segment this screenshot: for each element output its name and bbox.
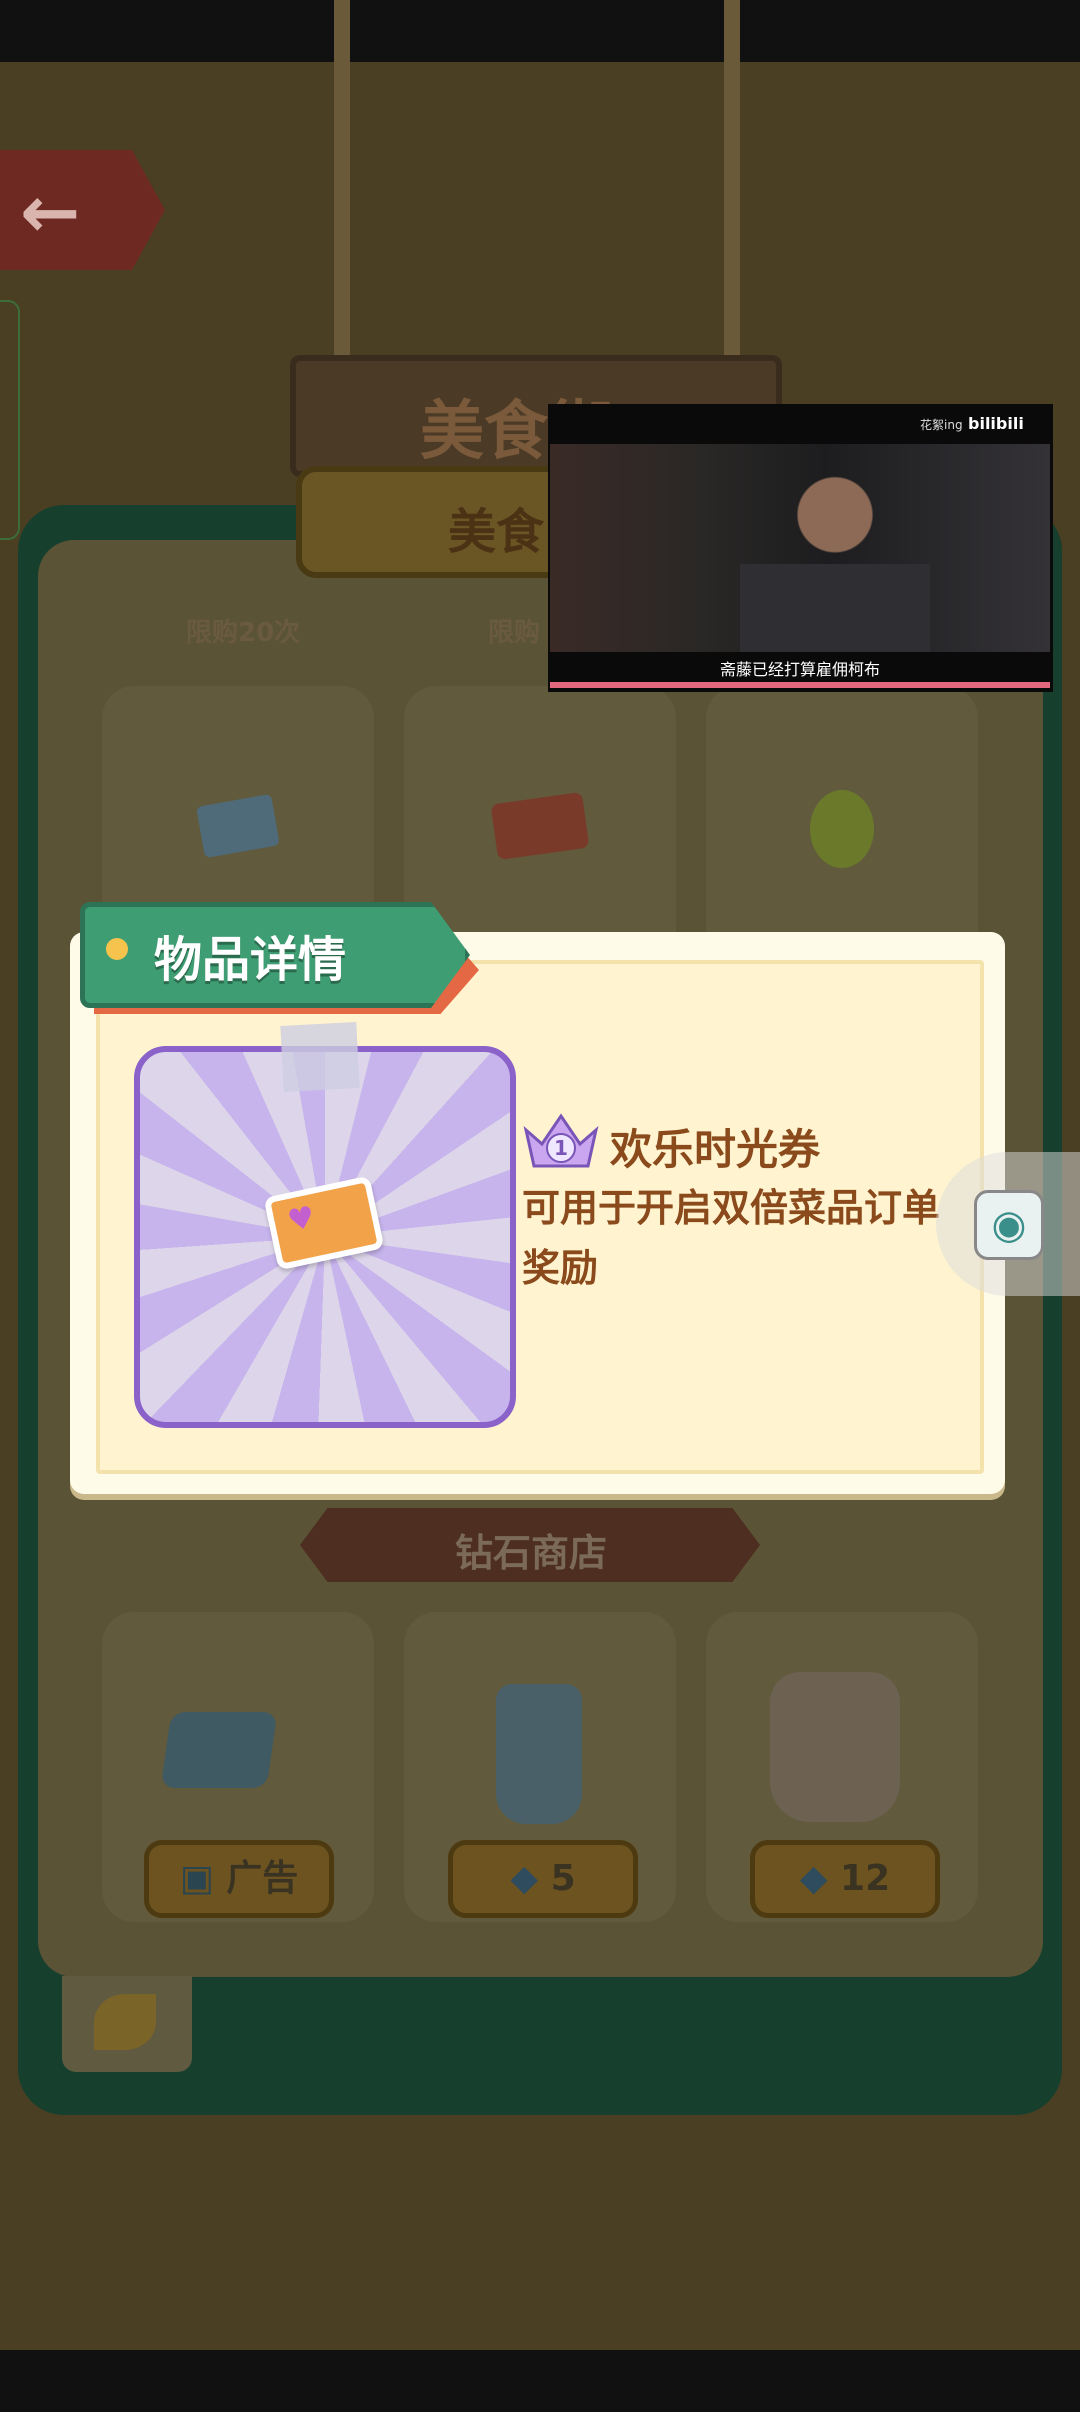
watch-ad-button[interactable]: ▣ 广告 <box>144 1840 334 1918</box>
diamond-icon: ◆ <box>510 1858 551 1899</box>
sign-rope <box>724 0 740 360</box>
price-label: 5 <box>550 1858 576 1899</box>
item-description: 可用于开启双倍菜品订单奖励 <box>522 1186 941 1290</box>
purchase-limit-label: 限购20次 <box>186 618 301 648</box>
glass-icon <box>496 1684 582 1824</box>
fingerprint-icon: ◉ <box>974 1190 1044 1260</box>
leaf-icon <box>94 1994 156 2050</box>
sign-rope <box>334 0 350 360</box>
back-arrow-icon: ← <box>20 170 81 254</box>
price-label: 广告 <box>226 1858 299 1899</box>
video-person <box>740 456 930 652</box>
ice-cube-icon <box>160 1712 278 1788</box>
item-level: 1 <box>554 1136 568 1160</box>
side-panel-edge <box>0 300 20 540</box>
tab-food-label: 美食 <box>448 504 545 560</box>
tab-leaf[interactable] <box>62 1976 192 2072</box>
video-subtitle: 斋藤已经打算雇佣柯布 <box>719 660 880 679</box>
dialog-title: 物品详情 <box>154 932 347 988</box>
buy-button[interactable]: ◆ 12 <box>750 1840 940 1918</box>
milk-jug-icon <box>770 1672 900 1822</box>
navigation-bar <box>0 2350 1080 2412</box>
avocado-icon <box>810 790 874 868</box>
purchase-limit-label: 限购 <box>488 618 541 648</box>
item-name: 欢乐时光券 <box>610 1125 821 1174</box>
title-dot-icon <box>106 938 128 960</box>
price-label: 12 <box>840 1858 891 1899</box>
video-progress-bar[interactable] <box>550 682 1050 688</box>
diamond-icon: ◆ <box>799 1858 841 1899</box>
bilibili-logo: bilibili <box>968 414 1024 433</box>
tape-decoration <box>280 1022 360 1092</box>
video-source-label: 花絮ing <box>920 418 963 432</box>
diamond-shop-title: 钻石商店 <box>455 1531 608 1575</box>
crown-level-icon: 1 <box>523 1113 599 1168</box>
buy-button[interactable]: ◆ 5 <box>448 1840 638 1918</box>
tv-icon: ▣ <box>179 1858 227 1899</box>
status-bar <box>0 0 1080 62</box>
